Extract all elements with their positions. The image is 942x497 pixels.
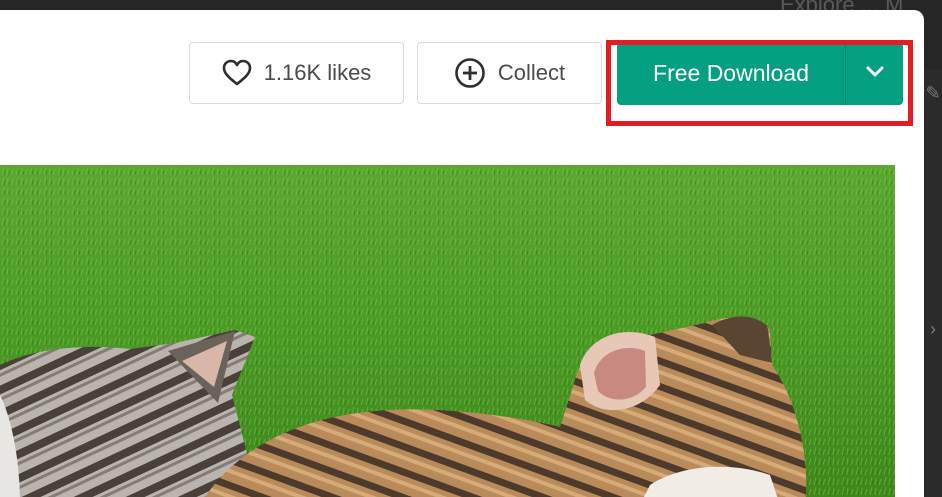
photo-detail-modal: 1.16K likes Collect Free Download [0,10,924,497]
heart-icon [222,59,252,87]
right-sidebar: ✎ › [924,70,942,497]
kittens-photo[interactable] [0,165,895,497]
free-download-button[interactable]: Free Download [617,42,845,105]
download-options-button[interactable] [846,42,903,105]
collect-label: Collect [497,60,566,85]
sidebar-icon[interactable]: › [924,316,942,342]
download-button-group: Free Download [617,42,903,105]
plus-circle-icon [454,57,486,89]
like-button[interactable]: 1.16K likes [189,42,404,104]
collect-button[interactable]: Collect [417,42,602,104]
chevron-down-icon [866,65,884,83]
like-count-label: 1.16K likes [263,60,372,85]
sidebar-icon[interactable]: ✎ [924,80,942,106]
